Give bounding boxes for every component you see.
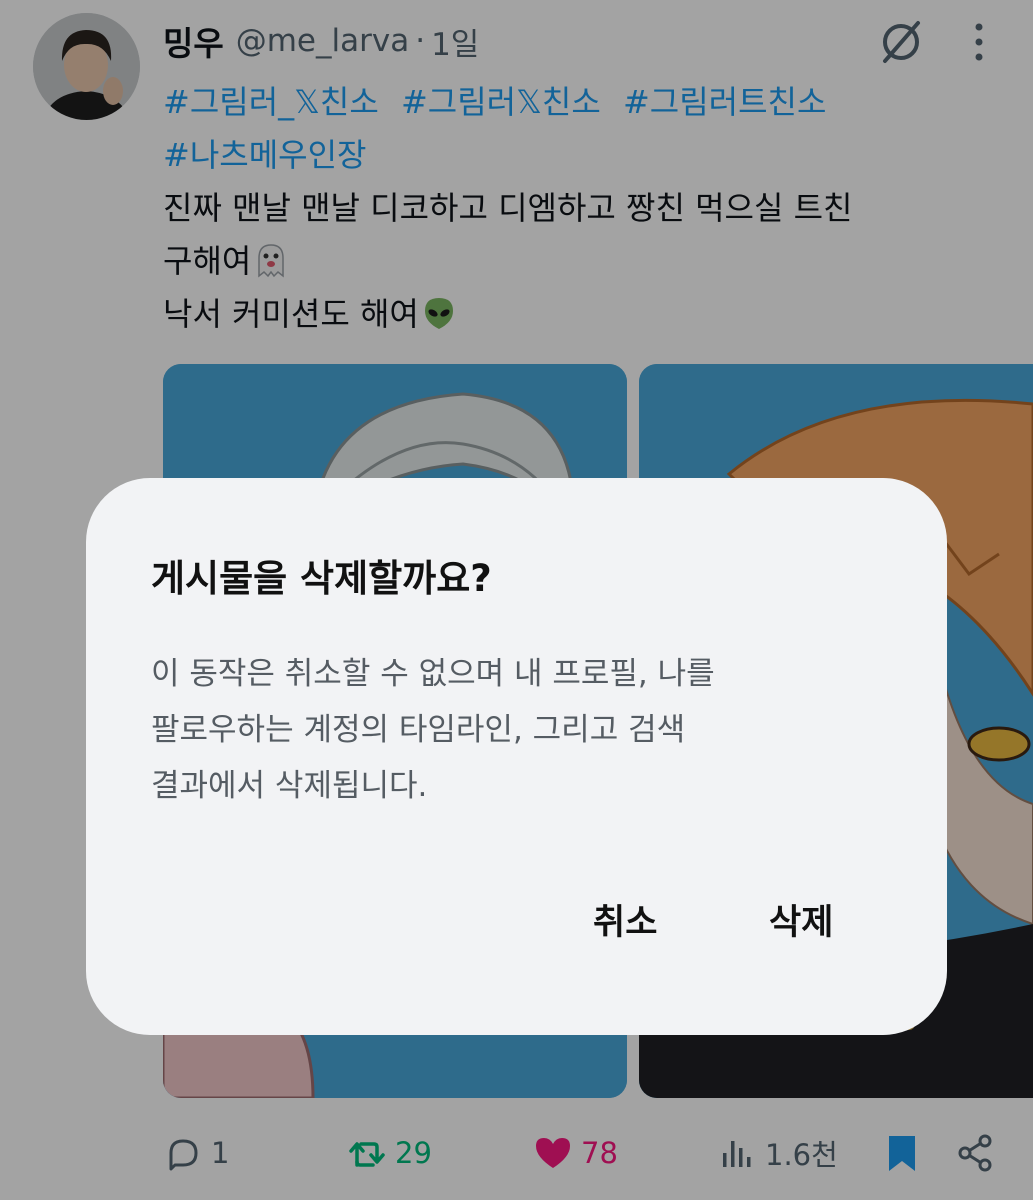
delete-button[interactable]: 삭제 — [769, 894, 833, 945]
cancel-button[interactable]: 취소 — [593, 894, 657, 945]
dialog-message: 이 동작은 취소할 수 없으며 내 프로필, 나를 팔로우하는 계정의 타임라인… — [151, 646, 891, 814]
dialog-message-line: 팔로우하는 계정의 타임라인, 그리고 검색 — [151, 712, 686, 748]
dialog-message-line: 이 동작은 취소할 수 없으며 내 프로필, 나를 — [151, 656, 715, 692]
delete-confirm-dialog: 게시물을 삭제할까요? 이 동작은 취소할 수 없으며 내 프로필, 나를 팔로… — [86, 478, 947, 1035]
dialog-title: 게시물을 삭제할까요? — [151, 557, 492, 600]
dialog-message-line: 결과에서 삭제됩니다. — [151, 768, 428, 804]
